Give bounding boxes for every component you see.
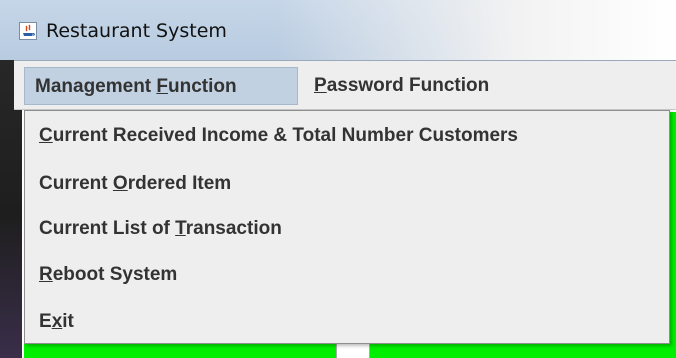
menu-item-current-list-of-transaction[interactable]: Current List of Transaction: [39, 218, 282, 240]
management-function-dropdown: Current Received Income & Total Number C…: [24, 110, 670, 344]
menu-item-reboot-system[interactable]: Reboot System: [39, 264, 177, 286]
item-post: urrent Received Income & Total Number Cu…: [52, 125, 518, 146]
menu-password-function[interactable]: Password Function: [304, 67, 499, 105]
item-mnemonic: R: [39, 264, 53, 285]
menu-bar: Management Function Password Function: [14, 60, 676, 110]
menu-label-mnemonic: F: [156, 76, 169, 97]
item-mnemonic: O: [112, 173, 128, 194]
menu-label-mnemonic: P: [314, 75, 327, 96]
menu-item-exit[interactable]: Exit: [39, 311, 74, 333]
menu-item-current-ordered-item[interactable]: Current Ordered Item: [39, 173, 231, 195]
screen: Restaurant System Management Function Pa…: [0, 0, 676, 358]
window-titlebar[interactable]: Restaurant System: [0, 0, 676, 60]
menu-management-function[interactable]: Management Function: [24, 67, 298, 105]
item-mnemonic: x: [51, 311, 63, 332]
panel-divider: [336, 344, 370, 358]
item-pre: Current: [39, 173, 113, 194]
menu-item-current-received-income[interactable]: Current Received Income & Total Number C…: [39, 125, 518, 147]
java-app-icon[interactable]: [19, 22, 37, 40]
item-post: it: [62, 311, 74, 332]
window-title: Restaurant System: [46, 20, 227, 42]
menu-label-post: assword Function: [326, 75, 490, 96]
item-mnemonic: C: [39, 125, 53, 146]
titlebar-fade: [276, 0, 676, 60]
item-post: eboot System: [52, 264, 178, 285]
item-pre: E: [39, 311, 52, 332]
menu-label-post: unction: [168, 76, 237, 97]
menu-label-pre: Management: [35, 76, 157, 97]
item-post: ransaction: [185, 218, 282, 239]
item-mnemonic: T: [175, 218, 186, 239]
item-post: rdered Item: [127, 173, 232, 194]
item-pre: Current List of: [39, 218, 176, 239]
